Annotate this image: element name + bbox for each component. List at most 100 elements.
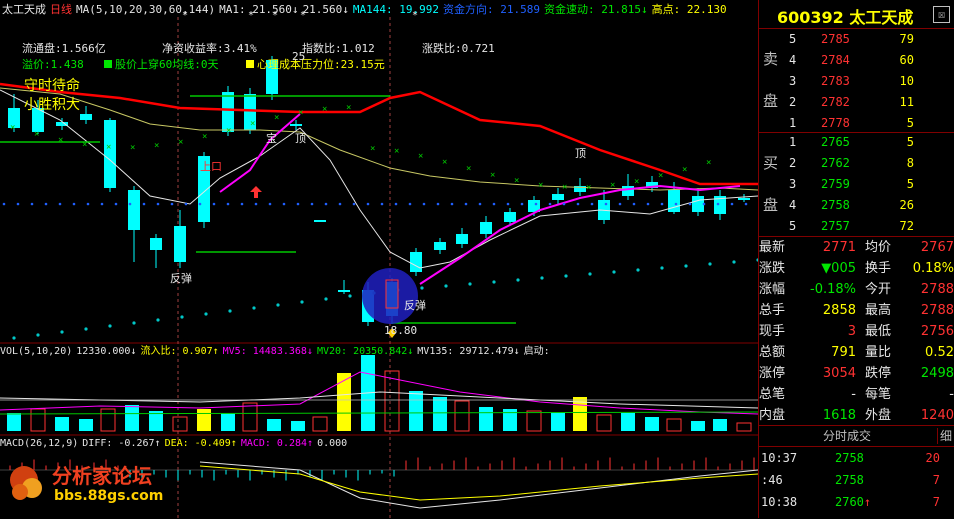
volume-bar xyxy=(621,413,635,431)
blue-dot xyxy=(632,202,636,206)
blue-dot xyxy=(534,202,538,206)
blue-dot xyxy=(646,202,650,206)
stat-label: 总笔 xyxy=(759,387,786,402)
buy-level: 3 xyxy=(789,177,797,191)
cyan-dot xyxy=(228,309,232,313)
stat-value: 0.18% xyxy=(912,261,954,276)
ticks-title[interactable]: 分时成交 xyxy=(759,426,935,446)
blue-dot xyxy=(394,202,398,206)
candle-body-down xyxy=(290,124,302,126)
blue-dot xyxy=(86,202,90,206)
buy-price[interactable]: 2765 xyxy=(821,132,850,153)
blue-dot xyxy=(128,202,132,206)
stat-value: 2788 xyxy=(920,303,954,318)
x-marker: × xyxy=(34,130,39,140)
cyan-dot xyxy=(684,264,688,268)
volume-bar xyxy=(596,414,612,432)
sell-level: 2 xyxy=(789,95,797,109)
tick-volume: 7 xyxy=(932,495,940,509)
tick-price: 2758 xyxy=(835,451,864,465)
volume-bar xyxy=(526,410,542,432)
volume-bar xyxy=(55,417,69,431)
buy-price[interactable]: 2762 xyxy=(821,153,850,174)
blue-dot xyxy=(2,202,6,206)
x-marker: × xyxy=(586,183,591,193)
blue-dot xyxy=(16,202,20,206)
x-marker: × xyxy=(58,135,63,145)
buy-price[interactable]: 2758 xyxy=(821,195,850,216)
blue-dot xyxy=(716,202,720,206)
cyan-dot xyxy=(348,294,352,298)
volume-bar xyxy=(645,417,659,431)
stat-label: 涨跌 xyxy=(759,261,786,276)
buy-side-label-2: 盘 xyxy=(763,196,779,214)
ma1-value: MA1: 21.560↓ xyxy=(219,3,299,16)
ticks-detail-button[interactable]: 细 xyxy=(937,428,954,444)
x-marker: × xyxy=(658,171,663,181)
low-price-label: 18.80 xyxy=(384,324,418,337)
blue-dot xyxy=(282,202,286,206)
buy-price[interactable]: 2759 xyxy=(821,174,850,195)
blue-dot xyxy=(324,202,328,206)
blue-dot xyxy=(184,202,188,206)
blue-dot xyxy=(618,202,622,206)
volume-bar xyxy=(267,419,281,431)
x-marker: × xyxy=(274,113,279,123)
x-marker: × xyxy=(106,142,111,152)
stat-value: - xyxy=(851,387,856,402)
premium: 溢价:1.438 xyxy=(22,58,84,71)
buy-volume: 5 xyxy=(906,135,914,149)
stat-value: 3054 xyxy=(822,366,856,381)
cyan-dot xyxy=(540,276,544,280)
blue-dot xyxy=(702,202,706,206)
candle-body-down xyxy=(174,226,186,262)
blue-dot xyxy=(450,202,454,206)
tick-volume: 7 xyxy=(932,473,940,487)
stat-label: 现手 xyxy=(759,324,786,339)
blue-dot xyxy=(408,202,412,206)
stat-value: 1240 xyxy=(920,408,954,423)
stat-value: ▼005 xyxy=(821,261,856,276)
cyan-dot xyxy=(180,315,184,319)
blue-dot xyxy=(604,202,608,206)
stat-label: 最新 xyxy=(759,240,786,255)
blue-dot xyxy=(58,202,62,206)
x-marker: × xyxy=(394,147,399,157)
blue-dot xyxy=(730,202,734,206)
cyan-dot xyxy=(708,262,712,266)
sell-price[interactable]: 2782 xyxy=(821,92,850,113)
cyan-dot xyxy=(60,330,64,334)
x-marker: × xyxy=(706,158,711,168)
stat-value: 2771 xyxy=(822,240,856,255)
cyan-dot xyxy=(420,286,424,290)
stat-label: 涨停 xyxy=(759,366,786,381)
cyan-dot xyxy=(516,278,520,282)
kline-chart-area[interactable]: * * * * * × × × × × × × × × × × × × × × × × × × × × × × × × × × × × × 太工天成… xyxy=(0,0,759,518)
volume-bar xyxy=(666,418,682,432)
cyan-dot xyxy=(660,266,664,270)
stock-code-title: 600392 太工天成 xyxy=(777,8,914,27)
blue-dot xyxy=(436,202,440,206)
buy-price[interactable]: 2757 xyxy=(821,216,850,237)
cyan-dot xyxy=(564,274,568,278)
volume-bar xyxy=(197,409,211,431)
close-button[interactable]: ☒ xyxy=(933,6,950,23)
blue-dot xyxy=(492,202,496,206)
sell-price[interactable]: 2783 xyxy=(821,71,850,92)
blue-dot xyxy=(114,202,118,206)
blue-dot xyxy=(100,202,104,206)
volume-bar xyxy=(433,397,447,431)
sell-price[interactable]: 2778 xyxy=(821,113,850,134)
x-marker: × xyxy=(514,176,519,186)
x-marker: × xyxy=(226,126,231,136)
blue-dot xyxy=(380,202,384,206)
blue-dot xyxy=(744,202,748,206)
sell-price[interactable]: 2784 xyxy=(821,50,850,71)
period-label[interactable]: 日线 xyxy=(50,3,72,16)
sell-level: 5 xyxy=(789,32,797,46)
blue-dot xyxy=(674,202,678,206)
sell-price[interactable]: 2785 xyxy=(821,29,850,50)
stat-label: 最低 xyxy=(865,324,892,339)
stat-value: 1618 xyxy=(822,408,856,423)
blue-dot xyxy=(576,202,580,206)
